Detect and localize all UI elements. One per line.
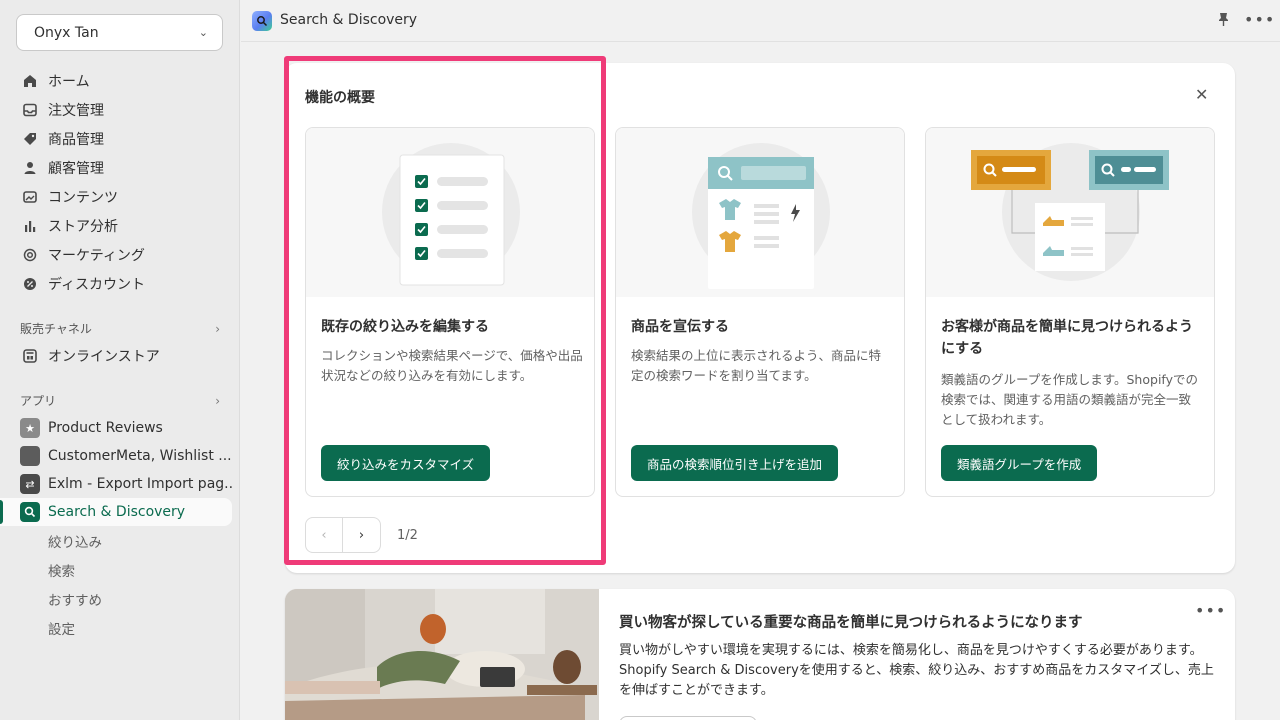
promo-title: 買い物客が探している重要な商品を簡単に見つけられるようになります [619, 615, 1083, 631]
feature-card-body: 類義語のグループを作成します。Shopifyでの検索では、関連する用語の類義語が… [941, 372, 1198, 427]
pagination: ‹ › 1/2 [305, 517, 418, 553]
app-item-product-reviews[interactable]: ★ Product Reviews [0, 414, 232, 442]
synonym-illustration [926, 128, 1214, 297]
sub-item-settings[interactable]: 設定 [48, 618, 75, 638]
app-label: Product Reviews [48, 420, 163, 436]
add-boost-button[interactable]: 商品の検索順位引き上げを追加 [631, 445, 839, 481]
promo-photo [285, 589, 599, 720]
sub-item-recommendations[interactable]: おすすめ [48, 589, 102, 609]
home-icon [21, 72, 39, 90]
promo-action-button[interactable] [619, 716, 757, 720]
apps-label: アプリ [20, 394, 57, 408]
app-label: Search & Discovery [48, 504, 186, 520]
person-icon [21, 159, 39, 177]
product-boost-illustration [616, 128, 904, 297]
store-icon [21, 347, 39, 365]
nav-item-online-store[interactable]: オンラインストア [0, 341, 240, 370]
app-icon [20, 446, 40, 466]
star-icon: ★ [20, 418, 40, 438]
feature-card-body: 検索結果の上位に表示されるよう、商品に特定の検索ワードを割り当てます。 [631, 348, 882, 383]
image-icon [21, 188, 39, 206]
page-indicator: 1/2 [397, 527, 418, 543]
chevron-right-icon: › [215, 321, 220, 336]
feature-card-title: お客様が商品を簡単に見つけられるようにする [941, 319, 1193, 357]
nav-item-home[interactable]: ホーム [0, 66, 240, 95]
checklist-illustration [306, 128, 594, 297]
overview-heading: 機能の概要 [305, 90, 375, 106]
nav-label: ホーム [48, 73, 90, 90]
feature-card-body: コレクションや検索結果ページで、価格や出品状況などの絞り込みを有効にします。 [321, 348, 583, 383]
main-nav: ホーム 注文管理 商品管理 顧客管理 コンテンツ ストア分析 マーケティング デ… [0, 66, 240, 298]
store-selector[interactable]: Onyx Tan ⌄ [16, 14, 223, 51]
store-name: Onyx Tan [34, 24, 99, 41]
nav-label: オンラインストア [48, 348, 160, 365]
chevron-right-icon: › [215, 393, 220, 408]
app-label: CustomerMeta, Wishlist ... [48, 448, 232, 464]
sales-channels-heading[interactable]: 販売チャネル › [20, 320, 220, 337]
search-discovery-logo-icon [252, 11, 272, 31]
app-topbar: Search & Discovery ••• [241, 0, 1280, 42]
nav-item-analytics[interactable]: ストア分析 [0, 211, 240, 240]
search-discovery-icon [20, 502, 40, 522]
nav-label: マーケティング [48, 247, 145, 264]
feature-card-synonyms: お客様が商品を簡単に見つけられるようにする 類義語のグループを作成します。Sho… [925, 127, 1215, 497]
tag-icon [21, 130, 39, 148]
promo-card: 買い物客が探している重要な商品を簡単に見つけられるようになります 買い物がしやす… [285, 589, 1235, 720]
bar-chart-icon [21, 217, 39, 235]
nav-item-discounts[interactable]: ディスカウント [0, 269, 240, 298]
feature-card-title: 既存の絞り込みを編集する [321, 319, 489, 335]
nav-item-orders[interactable]: 注文管理 [0, 95, 240, 124]
apps-heading[interactable]: アプリ › [20, 392, 220, 409]
close-icon[interactable]: ✕ [1195, 85, 1208, 104]
app-item-exlm[interactable]: ⇄ Exlm - Export Import pag... [0, 470, 232, 498]
nav-label: ストア分析 [48, 218, 118, 235]
nav-item-customers[interactable]: 顧客管理 [0, 153, 240, 182]
app-item-search-discovery[interactable]: Search & Discovery [0, 498, 232, 526]
create-synonym-group-button[interactable]: 類義語グループを作成 [941, 445, 1098, 481]
nav-item-content[interactable]: コンテンツ [0, 182, 240, 211]
nav-label: コンテンツ [48, 189, 118, 206]
feature-card-title: 商品を宣伝する [631, 319, 729, 335]
customize-filters-button[interactable]: 絞り込みをカスタマイズ [321, 445, 491, 481]
target-icon [21, 246, 39, 264]
feature-card-filters: 既存の絞り込みを編集する コレクションや検索結果ページで、価格や出品状況などの絞… [305, 127, 595, 497]
app-title: Search & Discovery [280, 12, 418, 28]
more-actions-icon[interactable]: ••• [1195, 601, 1226, 620]
feature-overview-card: 機能の概要 ✕ 既存の絞り込みを編集する コレクションや検索結果ページで、価格や… [285, 63, 1235, 573]
chevron-down-icon: ⌄ [198, 26, 208, 39]
pin-icon[interactable] [1218, 12, 1229, 31]
chevron-right-icon: › [358, 527, 365, 543]
sub-item-filters[interactable]: 絞り込み [48, 531, 102, 551]
nav-item-products[interactable]: 商品管理 [0, 124, 240, 153]
more-actions-icon[interactable]: ••• [1244, 10, 1275, 29]
chevron-left-icon: ‹ [321, 527, 327, 543]
nav-label: ディスカウント [48, 276, 146, 293]
nav-label: 顧客管理 [48, 160, 104, 177]
inbox-icon [21, 101, 39, 119]
sub-item-search[interactable]: 検索 [48, 560, 75, 580]
arrows-icon: ⇄ [20, 474, 40, 494]
previous-page-button[interactable]: ‹ [305, 517, 343, 553]
app-item-customermeta[interactable]: CustomerMeta, Wishlist ... [0, 442, 232, 470]
app-label: Exlm - Export Import pag... [48, 476, 232, 492]
nav-label: 商品管理 [48, 131, 104, 148]
feature-card-boost: 商品を宣伝する 検索結果の上位に表示されるよう、商品に特定の検索ワードを割り当て… [615, 127, 905, 497]
nav-item-marketing[interactable]: マーケティング [0, 240, 240, 269]
sidebar: Onyx Tan ⌄ ホーム 注文管理 商品管理 顧客管理 コンテンツ ストア分… [0, 0, 240, 720]
nav-label: 注文管理 [48, 102, 104, 119]
promo-body: 買い物がしやすい環境を実現するには、検索を簡易化し、商品を見つけやすくする必要が… [619, 643, 1214, 698]
next-page-button[interactable]: › [343, 517, 381, 553]
sales-channels-label: 販売チャネル [20, 322, 92, 336]
discount-icon [21, 275, 39, 293]
